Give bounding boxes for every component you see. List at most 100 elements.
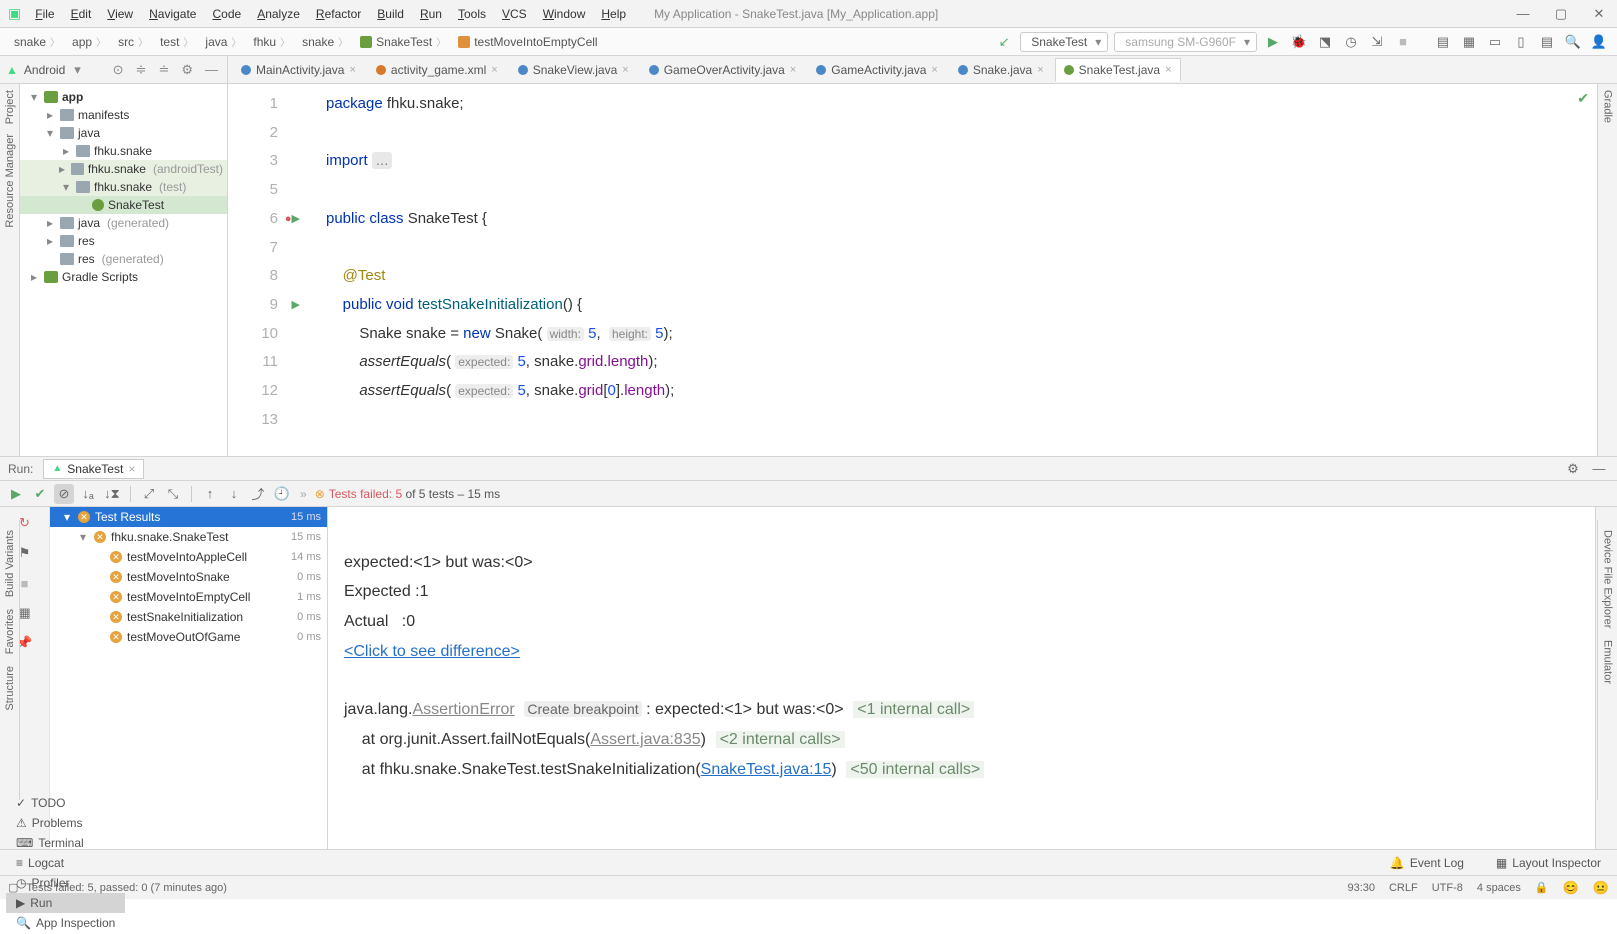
device-file-explorer-tab[interactable]: Device File Explorer [1602, 530, 1614, 628]
project-view-dropdown-icon[interactable]: ▾ [71, 62, 84, 78]
attach-debugger-icon[interactable]: ⇲ [1367, 32, 1387, 52]
tree-row[interactable]: SnakeTest [20, 196, 227, 214]
tree-row[interactable]: ▸ Gradle Scripts [20, 268, 227, 286]
see-difference-link[interactable]: <Click to see difference> [344, 643, 520, 660]
editor-tab[interactable]: Snake.java × [949, 58, 1053, 82]
run-tab[interactable]: ▲ SnakeTest × [43, 459, 144, 479]
cursor-position[interactable]: 93:30 [1347, 882, 1375, 894]
tool-icon[interactable]: ▭ [1485, 32, 1505, 52]
tree-row[interactable]: ▸ res [20, 232, 227, 250]
next-failed-icon[interactable]: ↓ [224, 484, 244, 504]
show-passed-icon[interactable]: ✔ [30, 484, 50, 504]
prev-failed-icon[interactable]: ↑ [200, 484, 220, 504]
editor-tab[interactable]: GameOverActivity.java × [640, 58, 806, 82]
run-debug-gutter-icon[interactable]: ●▶ [285, 205, 300, 234]
layout-inspector-tab[interactable]: ▦Layout Inspector [1486, 853, 1611, 873]
memory-indicator-icon[interactable]: 😊 [1563, 880, 1579, 896]
collapse-all-icon[interactable]: ≐ [155, 62, 172, 78]
close-icon[interactable]: × [491, 64, 497, 76]
breadcrumb-item[interactable]: app [66, 35, 112, 49]
inspections-ok-icon[interactable]: ✔ [1577, 90, 1589, 107]
bottom-tab-terminal[interactable]: ⌨Terminal [6, 833, 125, 853]
bottom-tab-todo[interactable]: ✓TODO [6, 793, 125, 813]
tool-windows-icon[interactable]: ▢ [8, 881, 18, 894]
menu-analyze[interactable]: Analyze [249, 7, 308, 21]
tree-row[interactable]: ▾ fhku.snake (test) [20, 178, 227, 196]
file-encoding[interactable]: UTF-8 [1432, 882, 1463, 894]
menu-refactor[interactable]: Refactor [308, 7, 369, 21]
gradle-tool-tab[interactable]: Gradle [1602, 90, 1614, 123]
menu-edit[interactable]: Edit [63, 7, 100, 21]
project-tool-tab[interactable]: Project [4, 90, 16, 124]
run-gutter-icon[interactable]: ▶ [292, 291, 300, 320]
user-icon[interactable]: 👤 [1589, 32, 1609, 52]
stop-button[interactable]: ■ [1393, 32, 1413, 52]
test-console[interactable]: expected:<1> but was:<0> Expected :1 Act… [328, 507, 1595, 849]
breadcrumb-item[interactable]: fhku [247, 35, 296, 49]
favorites-tab[interactable]: Favorites [4, 609, 16, 654]
sync-icon[interactable]: ↙ [994, 32, 1014, 52]
coverage-button[interactable]: ⬔ [1315, 32, 1335, 52]
test-row[interactable]: testMoveOutOfGame 0 ms [50, 627, 327, 647]
close-icon[interactable]: × [349, 64, 355, 76]
show-ignored-icon[interactable]: ⊘ [54, 484, 74, 504]
run-button[interactable]: ▶ [1263, 32, 1283, 52]
structure-tab[interactable]: Structure [4, 666, 16, 711]
tree-row[interactable]: ▾ app [20, 88, 227, 106]
breadcrumb-item[interactable]: testMoveIntoEmptyCell [452, 35, 607, 49]
menu-build[interactable]: Build [369, 7, 412, 21]
search-everywhere-icon[interactable]: 🔍 [1563, 32, 1583, 52]
breadcrumb-item[interactable]: snake [296, 35, 354, 49]
test-row[interactable]: testMoveIntoAppleCell 14 ms [50, 547, 327, 567]
bottom-tab-run[interactable]: ▶Run [6, 893, 125, 913]
hide-icon[interactable]: — [202, 62, 221, 77]
rerun-button[interactable]: ▶ [6, 484, 26, 504]
project-tree[interactable]: ▾ app ▸ manifests ▾ java ▸ fhku.snake ▸ … [20, 84, 228, 456]
menu-vcs[interactable]: VCS [494, 7, 535, 21]
breadcrumb-item[interactable]: java [199, 35, 247, 49]
maximize-button[interactable]: ▢ [1551, 4, 1571, 24]
editor-tab[interactable]: MainActivity.java × [232, 58, 365, 82]
editor-tab[interactable]: SnakeTest.java × [1055, 58, 1181, 82]
resource-manager-tool-tab[interactable]: Resource Manager [4, 134, 16, 228]
profile-button[interactable]: ◷ [1341, 32, 1361, 52]
read-only-icon[interactable]: 🔒 [1535, 881, 1549, 894]
editor-gutter[interactable]: 12356●▶789▶10111213 [228, 84, 288, 456]
test-row[interactable]: testMoveIntoEmptyCell 1 ms [50, 587, 327, 607]
tree-row[interactable]: ▸ fhku.snake (androidTest) [20, 160, 227, 178]
tree-row[interactable]: ▸ java (generated) [20, 214, 227, 232]
indent-label[interactable]: 4 spaces [1477, 882, 1521, 894]
sort-duration-icon[interactable]: ↓⧗ [102, 484, 122, 504]
test-row[interactable]: testMoveIntoSnake 0 ms [50, 567, 327, 587]
test-history-icon[interactable]: 🕘 [272, 484, 292, 504]
menu-help[interactable]: Help [593, 7, 634, 21]
menu-view[interactable]: View [99, 7, 141, 21]
close-button[interactable]: ✕ [1589, 4, 1609, 24]
tree-row[interactable]: res (generated) [20, 250, 227, 268]
tool3-icon[interactable]: ▤ [1537, 32, 1557, 52]
menu-navigate[interactable]: Navigate [141, 7, 204, 21]
tree-row[interactable]: ▸ fhku.snake [20, 142, 227, 160]
test-row[interactable]: ▾ Test Results 15 ms [50, 507, 327, 527]
close-icon[interactable]: × [1037, 64, 1043, 76]
test-row[interactable]: ▾ fhku.snake.SnakeTest 15 ms [50, 527, 327, 547]
menu-tools[interactable]: Tools [450, 7, 494, 21]
event-log-tab[interactable]: 🔔Event Log [1380, 853, 1474, 873]
menu-code[interactable]: Code [204, 7, 249, 21]
bottom-tab-logcat[interactable]: ≡Logcat [6, 853, 125, 873]
breadcrumb-item[interactable]: src [112, 35, 154, 49]
avd-manager-icon[interactable]: ▤ [1433, 32, 1453, 52]
emulator-tab[interactable]: Emulator [1602, 640, 1614, 684]
minimize-button[interactable]: — [1513, 4, 1533, 24]
collapse-all-icon[interactable]: ⤡ [163, 484, 183, 504]
settings-icon[interactable]: ⚙ [178, 62, 196, 78]
create-breakpoint-button[interactable]: Create breakpoint [524, 701, 641, 717]
run-settings-icon[interactable]: ⚙ [1563, 459, 1583, 479]
stacktrace-link[interactable]: SnakeTest.java:15 [701, 761, 832, 778]
debug-button[interactable]: 🐞 [1289, 32, 1309, 52]
menu-run[interactable]: Run [412, 7, 450, 21]
expand-all-icon[interactable]: ⤢ [139, 484, 159, 504]
close-icon[interactable]: × [622, 64, 628, 76]
close-icon[interactable]: × [128, 462, 135, 476]
breadcrumb-item[interactable]: SnakeTest [354, 35, 452, 49]
